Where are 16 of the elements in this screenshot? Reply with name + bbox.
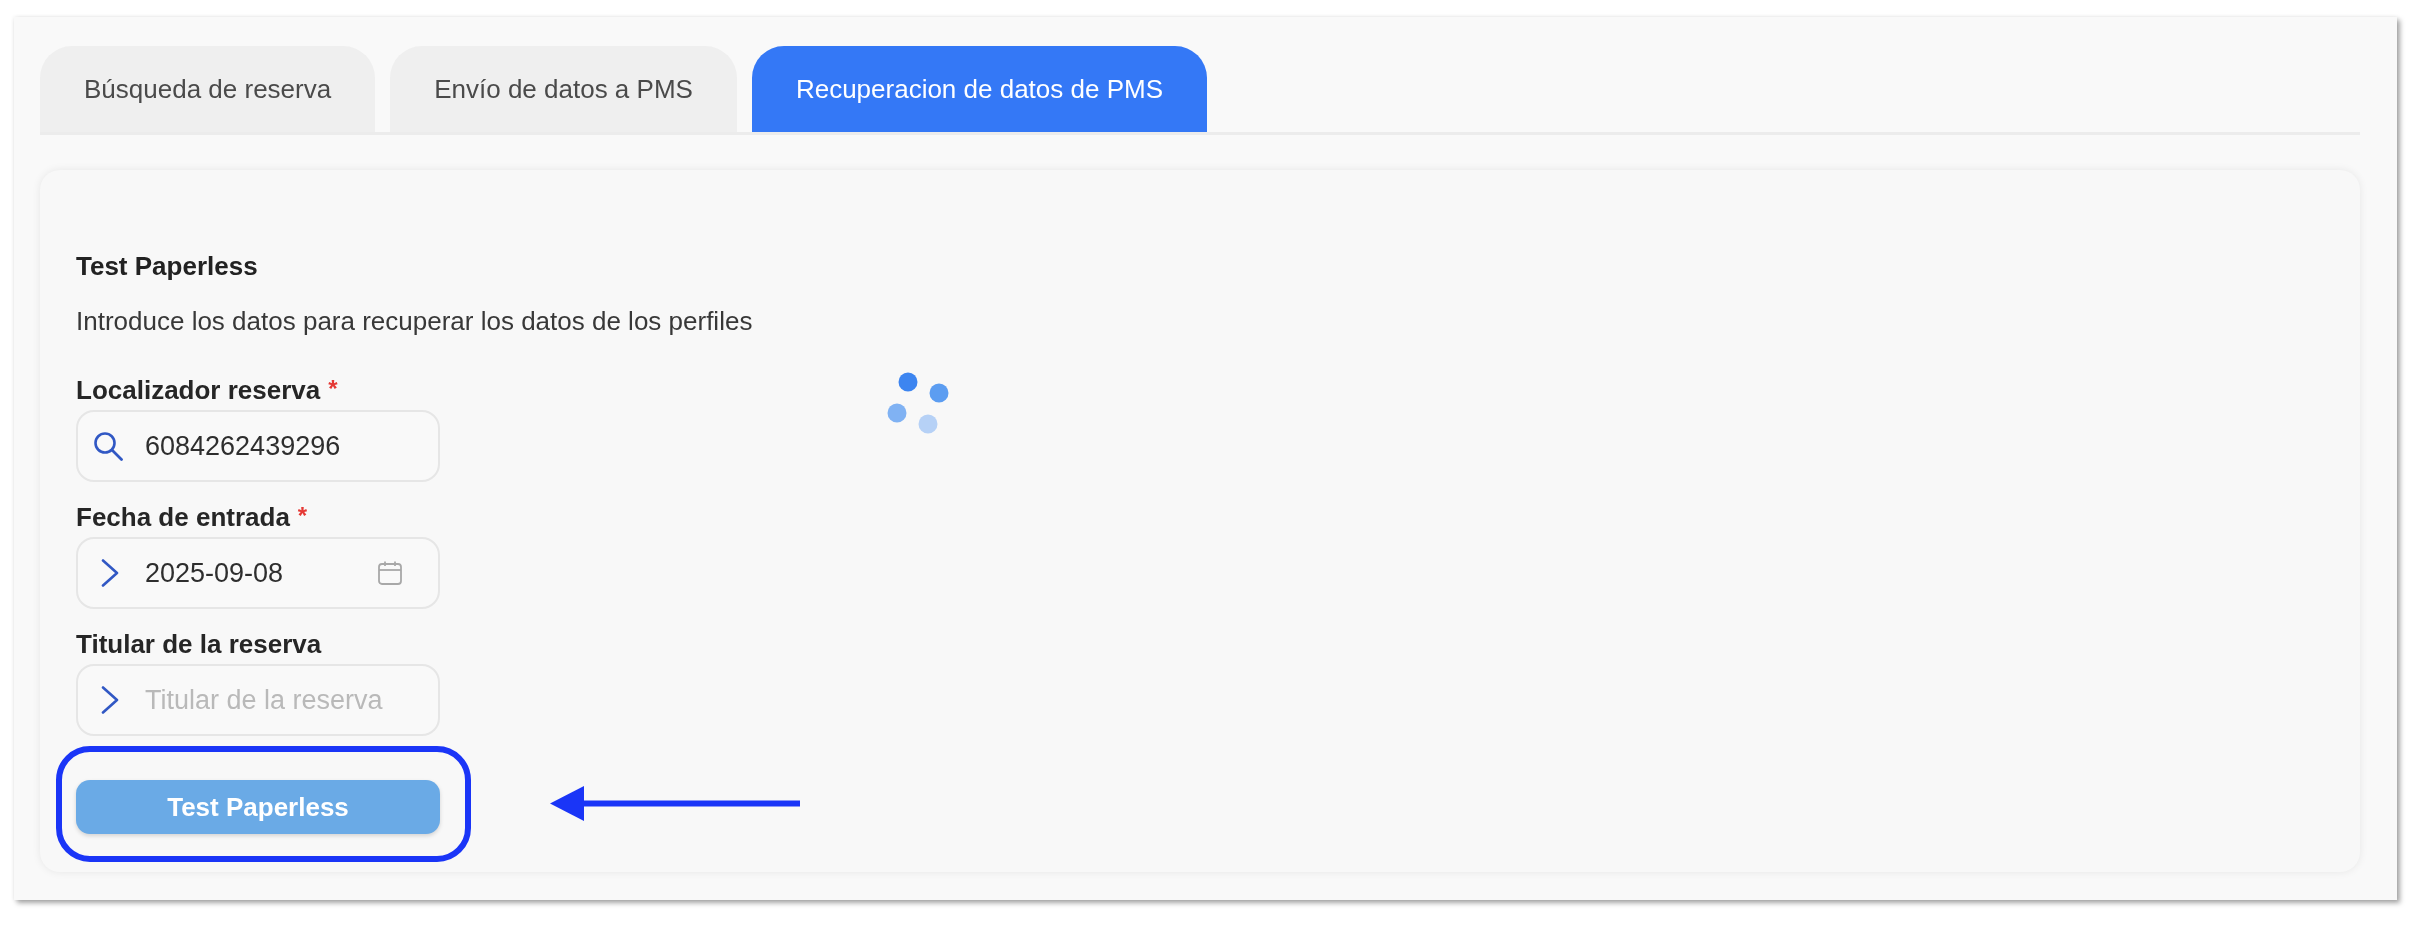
required-marker: * — [328, 377, 338, 401]
field-label: Fecha de entrada — [76, 502, 290, 532]
field-label: Localizador reserva — [76, 375, 321, 405]
form-title: Test Paperless — [76, 251, 258, 281]
tab[interactable]: Envío de datos a PMS — [390, 46, 737, 132]
search-icon — [93, 431, 123, 461]
field-label: Titular de la reserva — [76, 629, 322, 659]
form-description: Introduce los datos para recuperar los datos de los perfiles — [76, 306, 753, 336]
tab[interactable]: Recuperacion de datos de PMS — [751, 46, 1207, 132]
calendar-icon — [378, 561, 402, 585]
required-marker: * — [297, 504, 308, 528]
tab[interactable]: Búsqueda de reserva — [40, 46, 376, 132]
date-field[interactable]: 2025-09-08 — [76, 537, 440, 609]
chevron-right-icon — [101, 686, 119, 714]
search-field[interactable]: 6084262439296 — [76, 410, 440, 482]
chevron-right-icon — [101, 559, 119, 587]
